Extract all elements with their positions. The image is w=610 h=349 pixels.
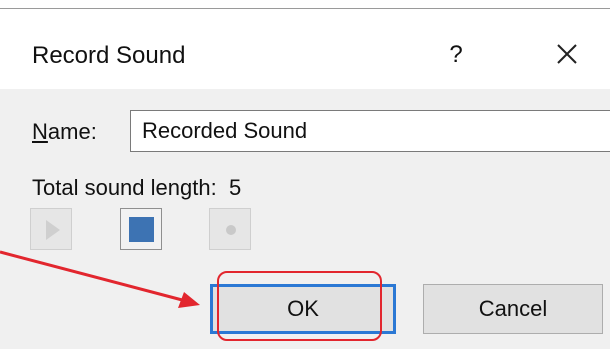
total-sound-length-label: Total sound length: [32,175,217,200]
name-input[interactable] [130,110,610,152]
total-sound-length: Total sound length: 5 [32,175,241,201]
name-label-accelerator: N [32,119,48,144]
name-label: Name: [32,119,97,145]
name-label-text: ame: [47,119,97,144]
play-icon [46,220,60,240]
ok-button[interactable]: OK [210,284,396,334]
cancel-button[interactable]: Cancel [423,284,603,334]
title-bar: Record Sound ? [0,9,610,89]
record-sound-dialog: Record Sound ? Name: Total sound length:… [0,0,610,349]
record-icon [226,225,236,235]
stop-icon [129,217,154,242]
stop-button[interactable] [120,208,162,250]
total-sound-length-value: 5 [228,175,242,200]
play-button[interactable] [30,208,72,250]
help-button[interactable]: ? [441,37,471,73]
record-button[interactable] [209,208,251,250]
dialog-title: Record Sound [32,42,186,69]
close-icon [557,44,577,64]
close-button[interactable] [548,35,586,73]
